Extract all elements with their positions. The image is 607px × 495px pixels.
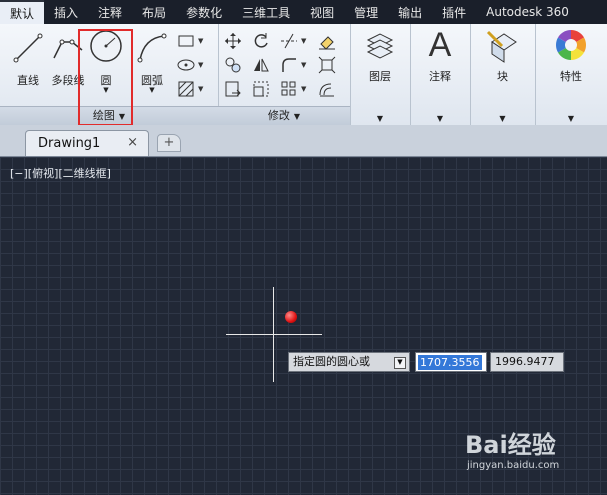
erase-icon[interactable] (317, 31, 337, 51)
explode-icon[interactable] (317, 55, 337, 75)
line-label: 直线 (17, 74, 39, 87)
annotation-panel[interactable]: A 注释 ▼ (410, 24, 471, 125)
tab-manage[interactable]: 管理 (344, 0, 388, 24)
arc-dropdown-icon[interactable]: ▼ (130, 86, 174, 94)
rotate-icon[interactable] (251, 31, 271, 51)
x-coordinate-value: 1707.3556 (418, 355, 482, 370)
tab-view[interactable]: 视图 (300, 0, 344, 24)
layer-label: 图层 (369, 70, 391, 83)
scale-icon[interactable] (251, 79, 271, 99)
tab-insert[interactable]: 插入 (44, 0, 88, 24)
arc-icon (137, 33, 167, 63)
fillet-icon[interactable] (279, 55, 299, 75)
close-icon[interactable]: × (127, 135, 138, 150)
circle-tool-highlight (78, 29, 133, 126)
tab-default[interactable]: 默认 (0, 0, 45, 24)
prompt-text: 指定圆的圆心或 (293, 355, 370, 368)
arc-tool[interactable]: 圆弧 ▼ (130, 28, 174, 102)
layer-panel[interactable]: 图层 ▼ (350, 24, 411, 125)
tab-annotate[interactable]: 注释 (88, 0, 132, 24)
chevron-down-icon: ▼ (376, 114, 384, 123)
offset-icon[interactable] (317, 79, 337, 99)
tab-parametric[interactable]: 参数化 (176, 0, 232, 24)
mirror-icon[interactable] (251, 55, 271, 75)
block-panel[interactable]: 块 ▼ (470, 24, 536, 125)
chevron-down-icon: ▼ (499, 114, 506, 123)
copy-icon[interactable] (223, 55, 243, 75)
layers-icon (366, 33, 394, 59)
x-coordinate-input[interactable]: 1707.3556 (415, 352, 487, 372)
document-tab-label: Drawing1 (38, 136, 101, 151)
text-a-icon: A (428, 26, 452, 64)
drawing-canvas[interactable]: [−][俯视][二维线框] 指定圆的圆心或 ▼ 1707.3556 1996.9… (0, 157, 607, 495)
tab-output[interactable]: 输出 (388, 0, 432, 24)
document-tab-bar: Drawing1 × + (0, 125, 607, 157)
y-coordinate-input[interactable]: 1996.9477 (490, 352, 564, 372)
crosshair-vertical (273, 287, 274, 382)
color-wheel-icon (555, 29, 587, 61)
annotation-label: 注释 (429, 70, 451, 83)
line-tool[interactable]: 直线 (6, 28, 50, 102)
move-icon[interactable] (223, 31, 243, 51)
tab-drawing1[interactable]: Drawing1 × (25, 130, 149, 156)
ellipse-icon[interactable] (176, 55, 196, 75)
properties-panel[interactable]: 特性 ▼ (535, 24, 607, 125)
cursor-marker-icon (285, 311, 297, 323)
properties-label: 特性 (560, 70, 582, 83)
tab-plugins[interactable]: 插件 (432, 0, 476, 24)
fillet-dropdown-icon[interactable]: ▼ (301, 55, 309, 75)
watermark-brand: Bai经验 (465, 431, 556, 459)
line-icon (13, 33, 43, 63)
block-label: 块 (497, 70, 508, 83)
new-tab-button[interactable]: + (157, 134, 181, 152)
watermark-url: jingyan.baidu.com (467, 460, 560, 471)
modify-panel-title[interactable]: 修改 ▼ (218, 106, 350, 125)
rectangle-dropdown-icon[interactable]: ▼ (198, 31, 206, 51)
modify-panel: ▼ ▼ ▼ 修改 ▼ (218, 24, 351, 125)
dynamic-input-prompt: 指定圆的圆心或 ▼ (288, 352, 410, 372)
hatch-icon[interactable] (176, 79, 196, 99)
tab-layout[interactable]: 布局 (132, 0, 176, 24)
chevron-down-icon: ▼ (436, 114, 444, 123)
stretch-icon[interactable] (223, 79, 243, 99)
down-arrow-icon[interactable]: ▼ (394, 357, 406, 369)
chevron-down-icon: ▼ (293, 112, 301, 121)
hatch-dropdown-icon[interactable]: ▼ (198, 79, 206, 99)
trim-icon[interactable] (279, 31, 299, 51)
array-icon[interactable] (279, 79, 299, 99)
ribbon-tab-bar: 默认 插入 注释 布局 参数化 三维工具 视图 管理 输出 插件 Autodes… (0, 0, 607, 24)
crosshair-horizontal (226, 334, 322, 335)
tab-3d-tools[interactable]: 三维工具 (232, 0, 300, 24)
array-dropdown-icon[interactable]: ▼ (301, 79, 309, 99)
tab-autodesk-360[interactable]: Autodesk 360 (476, 0, 579, 24)
ellipse-dropdown-icon[interactable]: ▼ (198, 55, 206, 75)
viewport-controls-label[interactable]: [−][俯视][二维线框] (10, 165, 111, 181)
chevron-down-icon: ▼ (567, 114, 575, 123)
baidu-watermark: Bai经验 jingyan.baidu.com (465, 425, 559, 471)
rectangle-icon[interactable] (176, 31, 196, 51)
trim-dropdown-icon[interactable]: ▼ (301, 31, 309, 51)
block-icon (486, 30, 517, 63)
